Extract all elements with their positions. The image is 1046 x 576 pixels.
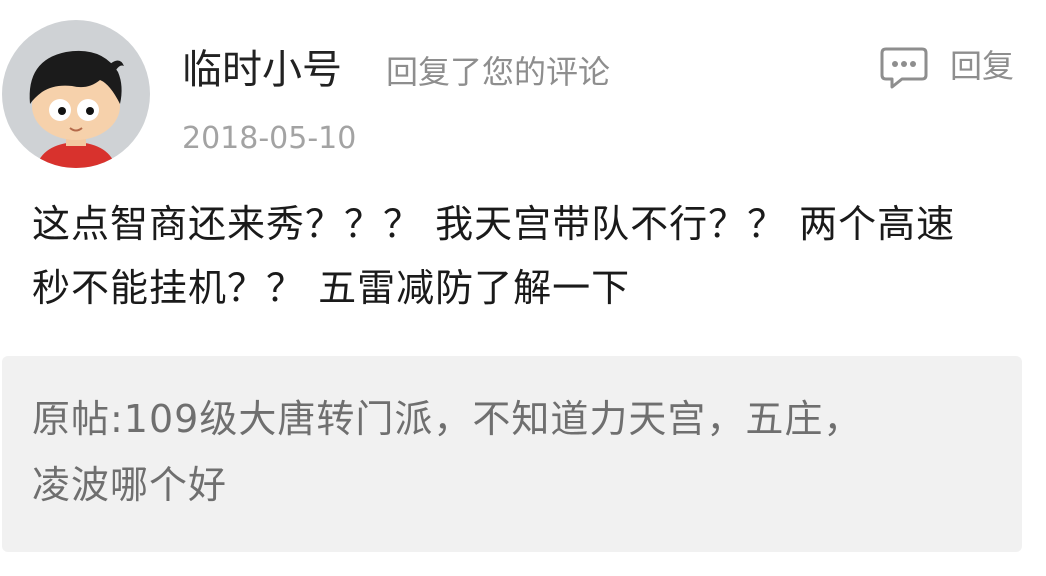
comment-body-line: 这点智商还来秀？？？ 我天宫带队不行？？ 两个高速	[32, 202, 956, 246]
cartoon-boy-avatar-icon	[2, 20, 150, 168]
reply-label: 回复	[950, 47, 1015, 85]
comment-date: 2018-05-10	[182, 121, 357, 156]
username[interactable]: 临时小号	[182, 44, 342, 96]
quoted-post[interactable]: 原帖:109级大唐转门派，不知道力天宫，五庄， 凌波哪个好	[2, 356, 1022, 552]
quoted-post-line: 凌波哪个好	[32, 463, 228, 507]
speech-bubble-icon	[880, 46, 928, 90]
reply-action-text: 回复了您的评论	[386, 53, 611, 91]
quoted-post-line: 原帖:109级大唐转门派，不知道力天宫，五庄，	[32, 397, 863, 441]
comment-body: 这点智商还来秀？？？ 我天宫带队不行？？ 两个高速 秒不能挂机？？ 五雷减防了解…	[32, 192, 1022, 320]
avatar[interactable]	[2, 20, 150, 168]
quoted-post-text: 原帖:109级大唐转门派，不知道力天宫，五庄， 凌波哪个好	[32, 386, 992, 518]
reply-button[interactable]: 回复	[880, 44, 1030, 92]
comment-body-line: 秒不能挂机？？ 五雷减防了解一下	[32, 266, 631, 310]
